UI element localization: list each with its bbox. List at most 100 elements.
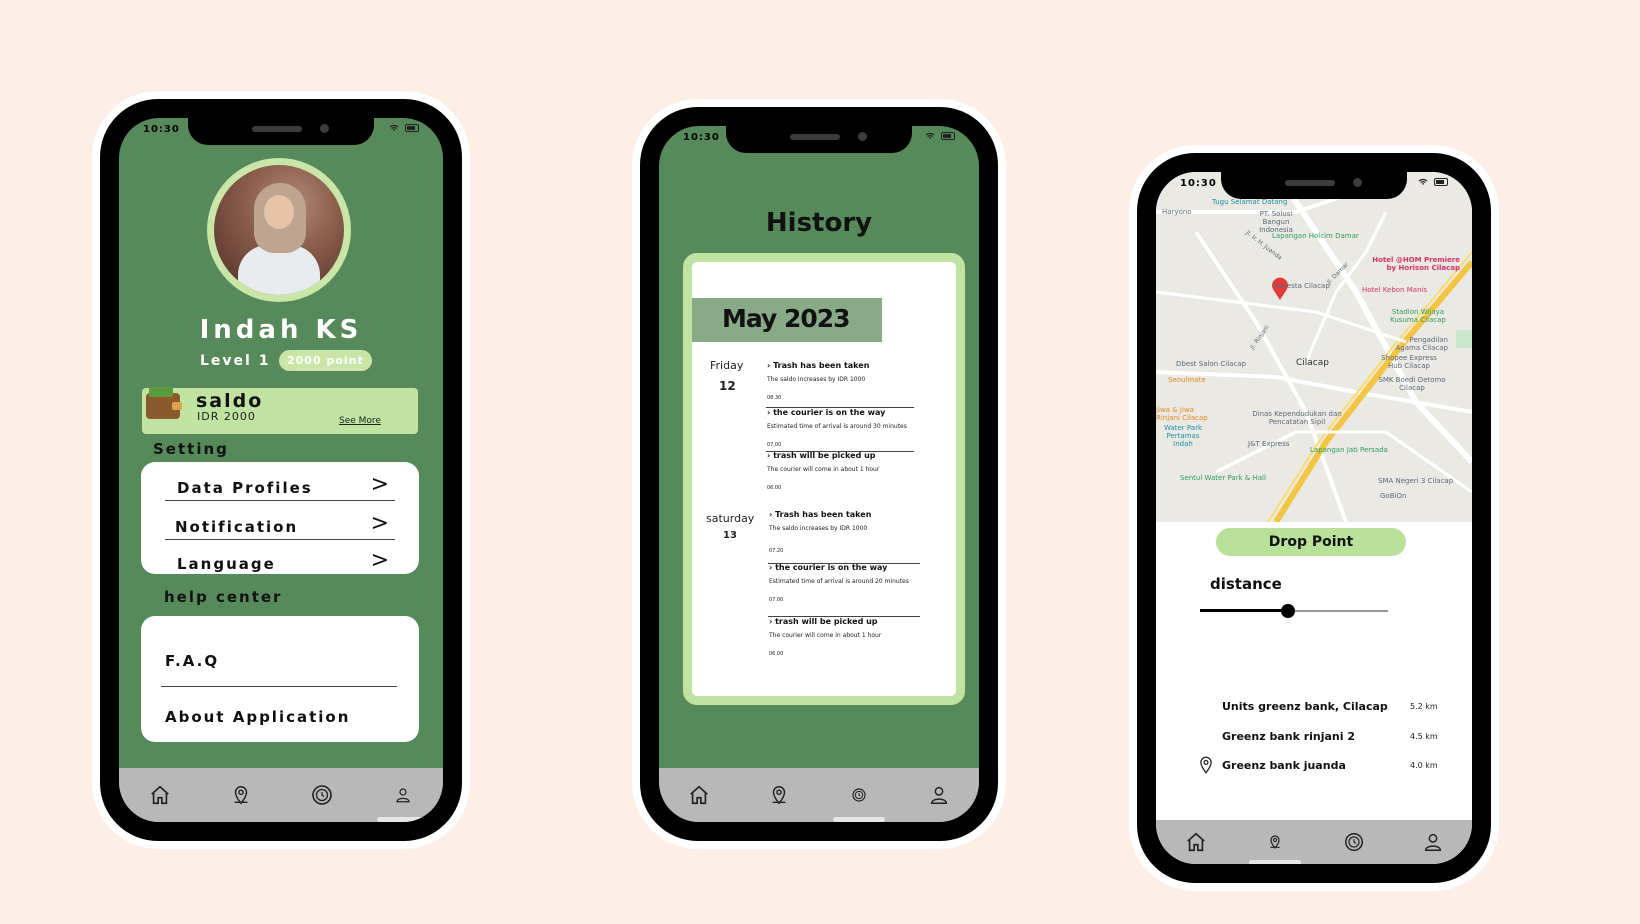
home-indicator bbox=[376, 817, 429, 822]
event-desc: The courier will come in about 1 hour bbox=[767, 466, 880, 473]
avatar[interactable] bbox=[207, 158, 351, 302]
tab-bar bbox=[1156, 820, 1472, 864]
home-indicator bbox=[833, 817, 885, 822]
map-label: Jiwa & Jiwa Rinjani Cilacap bbox=[1156, 406, 1208, 422]
tab-history[interactable] bbox=[833, 780, 885, 822]
tab-home[interactable] bbox=[1181, 827, 1211, 857]
map-label: Lapangan Jati Persada bbox=[1310, 446, 1388, 454]
history-event[interactable]: › Trash has been taken The saldo increas… bbox=[769, 510, 919, 554]
settings-item-data-profiles[interactable]: Data Profiles > bbox=[165, 464, 395, 501]
tab-profile[interactable] bbox=[1418, 827, 1448, 857]
map-label: Pengadilan Agama Cilacap bbox=[1395, 336, 1448, 352]
map-label: Haryono bbox=[1162, 208, 1192, 216]
event-title: › the courier is on the way bbox=[769, 563, 888, 572]
drop-point-button[interactable]: Drop Point bbox=[1216, 528, 1406, 556]
history-event[interactable]: › Trash has been taken The saldo increas… bbox=[767, 361, 917, 401]
tab-home[interactable] bbox=[145, 780, 175, 810]
page-title: History bbox=[765, 208, 873, 238]
month-banner: May 2023 bbox=[692, 298, 882, 342]
event-title: › trash will be picked up bbox=[769, 617, 878, 626]
phone-drop-point: 10:30 Tugu Selamat Datang Haryono PT. So… bbox=[1137, 153, 1491, 883]
history-event[interactable]: › trash will be picked up The courier wi… bbox=[769, 617, 919, 657]
tab-location[interactable] bbox=[764, 780, 794, 810]
help-card: F.A.Q About Application bbox=[141, 616, 419, 742]
event-desc: The saldo increases by IDR 1000 bbox=[767, 376, 866, 383]
home-icon bbox=[690, 785, 708, 805]
profile-photo bbox=[214, 165, 344, 295]
event-title: › Trash has been taken bbox=[769, 510, 872, 519]
map-label: SMK Boedi Oetomo Cilacap bbox=[1378, 376, 1446, 392]
see-more-link[interactable]: See More bbox=[339, 416, 381, 426]
settings-item-label: Language bbox=[177, 555, 276, 573]
history-icon bbox=[1344, 833, 1363, 851]
wallet-icon bbox=[146, 387, 182, 419]
chevron-right-icon: > bbox=[370, 472, 389, 497]
home-icon bbox=[1186, 832, 1205, 852]
map-label: Lapangan Holcim Damar bbox=[1272, 232, 1359, 240]
notch bbox=[1221, 172, 1407, 199]
tab-profile[interactable] bbox=[924, 780, 954, 810]
user-level: Level 1 bbox=[200, 353, 271, 369]
settings-item-label: Notification bbox=[175, 518, 299, 536]
wifi-icon bbox=[925, 132, 935, 140]
saldo-card[interactable]: saldo IDR 2000 See More bbox=[142, 387, 418, 434]
distance-slider-fill bbox=[1200, 609, 1289, 612]
event-time: 06.00 bbox=[769, 651, 784, 657]
home-indicator bbox=[1248, 860, 1301, 864]
bank-name: Units greenz bank, Cilacap bbox=[1222, 700, 1388, 713]
tab-home[interactable] bbox=[684, 780, 714, 810]
map-view[interactable]: Tugu Selamat Datang Haryono PT. Solusi B… bbox=[1156, 172, 1472, 522]
distance-label: distance bbox=[1210, 575, 1282, 593]
tab-history[interactable] bbox=[1339, 827, 1369, 857]
tab-profile[interactable] bbox=[376, 780, 429, 822]
setting-heading: Setting bbox=[153, 440, 229, 458]
tab-location[interactable] bbox=[226, 780, 256, 810]
wifi-icon bbox=[1418, 178, 1428, 186]
history-event[interactable]: › the courier is on the way Estimated ti… bbox=[769, 563, 919, 603]
month-label: May 2023 bbox=[722, 304, 851, 333]
map-label: GoBiOn bbox=[1380, 492, 1407, 500]
distance-slider-handle[interactable] bbox=[1281, 604, 1296, 618]
battery-icon bbox=[941, 132, 955, 140]
user-name: Indah KS bbox=[199, 315, 363, 345]
map-label: J&T Express bbox=[1248, 440, 1290, 448]
battery-icon bbox=[1434, 178, 1448, 186]
map-label: SMA Negeri 3 Cilacap bbox=[1378, 477, 1454, 485]
map-label: Polresta Cilacap bbox=[1274, 282, 1330, 290]
divider bbox=[161, 686, 397, 687]
wifi-icon bbox=[389, 124, 399, 132]
day-name: saturday bbox=[706, 512, 755, 525]
user-icon bbox=[395, 788, 410, 803]
event-title: › trash will be picked up bbox=[767, 451, 876, 460]
chevron-right-icon: > bbox=[370, 548, 389, 573]
map-label: PT. Solusi Bangun Indonesia bbox=[1259, 210, 1293, 234]
settings-card: Data Profiles > Notification > Language … bbox=[141, 462, 419, 574]
history-event[interactable]: › the courier is on the way Estimated ti… bbox=[767, 408, 917, 448]
notch bbox=[188, 118, 374, 145]
phone-history: 10:30 History May 2023 Friday 12 › Trash… bbox=[640, 107, 998, 841]
history-card: May 2023 Friday 12 › Trash has been take… bbox=[683, 253, 965, 705]
location-pin-icon bbox=[1200, 756, 1212, 774]
drop-point-screen: 10:30 Tugu Selamat Datang Haryono PT. So… bbox=[1156, 172, 1472, 864]
tab-location[interactable] bbox=[1248, 827, 1301, 864]
event-title: › Trash has been taken bbox=[767, 361, 870, 370]
history-screen: 10:30 History May 2023 Friday 12 › Trash… bbox=[659, 126, 979, 822]
settings-item-language[interactable]: Language > bbox=[165, 540, 395, 576]
bank-distance: 4.5 km bbox=[1410, 732, 1438, 741]
bank-distance: 5.2 km bbox=[1410, 702, 1438, 711]
history-event[interactable]: › trash will be picked up The courier wi… bbox=[767, 451, 917, 491]
status-icons bbox=[925, 132, 955, 140]
status-time: 10:30 bbox=[1180, 178, 1217, 189]
status-icons bbox=[1418, 178, 1448, 186]
map-marker-icon[interactable] bbox=[1303, 334, 1317, 352]
location-icon bbox=[1269, 835, 1280, 849]
map-label: Water Park Pertamas Indah bbox=[1163, 424, 1203, 448]
settings-item-notification[interactable]: Notification > bbox=[165, 503, 395, 540]
map-label: Tugu Selamat Datang bbox=[1212, 198, 1288, 206]
tab-history[interactable] bbox=[307, 780, 337, 810]
about-application-link[interactable]: About Application bbox=[165, 708, 350, 726]
help-center-heading: help center bbox=[164, 588, 283, 606]
faq-link[interactable]: F.A.Q bbox=[165, 652, 219, 670]
event-title: › the courier is on the way bbox=[767, 408, 886, 417]
map-label: Dbest Salon Cilacap bbox=[1176, 360, 1247, 368]
